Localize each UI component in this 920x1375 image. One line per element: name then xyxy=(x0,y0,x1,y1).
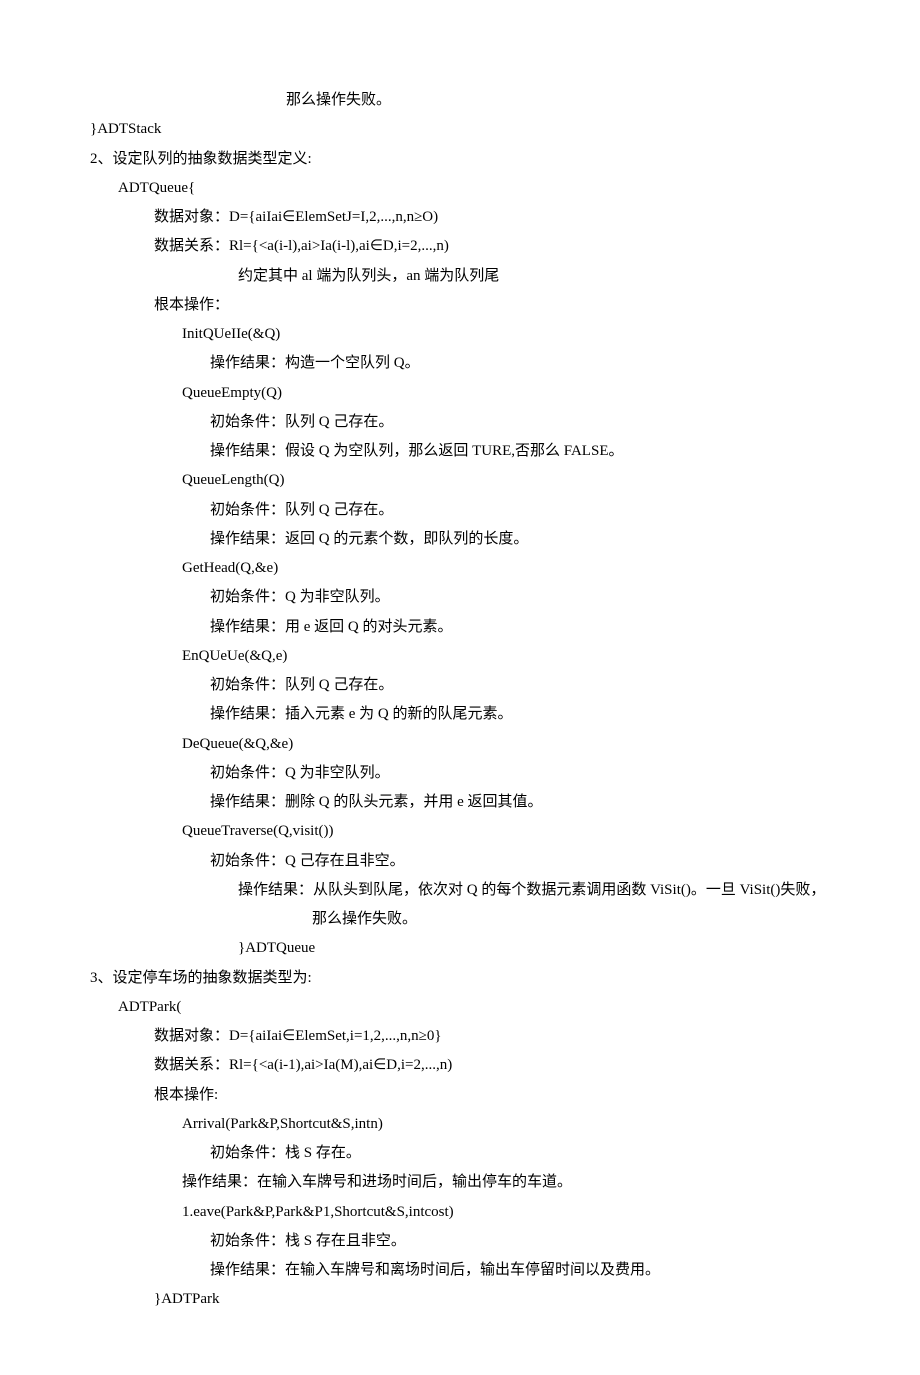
text-line: QueueEmpty(Q) xyxy=(182,379,830,408)
text-line: 操作结果：从队头到队尾，依次对 Q 的每个数据元素调用函数 ViSit()。一旦… xyxy=(238,876,830,935)
text-line: 操作结果：构造一个空队列 Q。 xyxy=(210,349,830,378)
text-line: 初始条件：队列 Q 己存在。 xyxy=(210,496,830,525)
text-line: 操作结果：假设 Q 为空队列，那么返回 TURE,否那么 FALSE。 xyxy=(210,437,830,466)
text-line: QueueLength(Q) xyxy=(182,466,830,495)
text-line: 初始条件：栈 S 存在且非空。 xyxy=(210,1227,830,1256)
text-line: }ADTPark xyxy=(154,1285,830,1314)
text-line: 数据关系：Rl={<a(i-l),ai>Ia(i-l),ai∈D,i=2,...… xyxy=(154,232,830,261)
text-line: InitQUeIIe(&Q) xyxy=(182,320,830,349)
text-line: Arrival(Park&P,Shortcut&S,intn) xyxy=(182,1110,830,1139)
text-line: 初始条件：Q 己存在且非空。 xyxy=(210,847,830,876)
text-line: 操作结果：在输入车牌号和离场时间后，输出车停留时间以及费用。 xyxy=(210,1256,830,1285)
text-line: ADTPark( xyxy=(118,993,830,1022)
text-line: 操作结果：返回 Q 的元素个数，即队列的长度。 xyxy=(210,525,830,554)
text-line: 1.eave(Park&P,Park&P1,Shortcut&S,intcost… xyxy=(182,1198,830,1227)
text-line: 操作结果：插入元素 e 为 Q 的新的队尾元素。 xyxy=(210,700,830,729)
text-line: }ADTQueue xyxy=(238,934,830,963)
text-line: 根本操作： xyxy=(154,291,830,320)
text-line: 初始条件：Q 为非空队列。 xyxy=(210,759,830,788)
text-line: DeQueue(&Q,&e) xyxy=(182,730,830,759)
text-line: 操作结果：在输入车牌号和进场时间后，输出停车的车道。 xyxy=(182,1168,830,1197)
text-line: ADTQueue{ xyxy=(118,174,830,203)
document-page: 那么操作失败。}ADTStack2、设定队列的抽象数据类型定义:ADTQueue… xyxy=(0,0,920,1375)
text-line: 初始条件：栈 S 存在。 xyxy=(210,1139,830,1168)
text-line: 数据对象：D={aiIai∈ElemSetJ=I,2,...,n,n≥O) xyxy=(154,203,830,232)
text-line: 初始条件：Q 为非空队列。 xyxy=(210,583,830,612)
text-line: 2、设定队列的抽象数据类型定义: xyxy=(90,145,830,174)
text-line: 初始条件：队列 Q 己存在。 xyxy=(210,408,830,437)
text-line: 操作结果：删除 Q 的队头元素，并用 e 返回其值。 xyxy=(210,788,830,817)
text-line: QueueTraverse(Q,visit()) xyxy=(182,817,830,846)
text-line: 3、设定停车场的抽象数据类型为: xyxy=(90,964,830,993)
text-line: 数据关系：Rl={<a(i-1),ai>Ia(M),ai∈D,i=2,...,n… xyxy=(154,1051,830,1080)
text-line: }ADTStack xyxy=(90,115,830,144)
text-line: 初始条件：队列 Q 己存在。 xyxy=(210,671,830,700)
text-line: 那么操作失败。 xyxy=(286,86,830,115)
text-line: 约定其中 al 端为队列头，an 端为队列尾 xyxy=(238,262,830,291)
text-line: 数据对象：D={aiIai∈ElemSet,i=1,2,...,n,n≥0} xyxy=(154,1022,830,1051)
text-line: 根本操作: xyxy=(154,1081,830,1110)
text-line: EnQUeUe(&Q,e) xyxy=(182,642,830,671)
text-line: GetHead(Q,&e) xyxy=(182,554,830,583)
text-line: 操作结果：用 e 返回 Q 的对头元素。 xyxy=(210,613,830,642)
